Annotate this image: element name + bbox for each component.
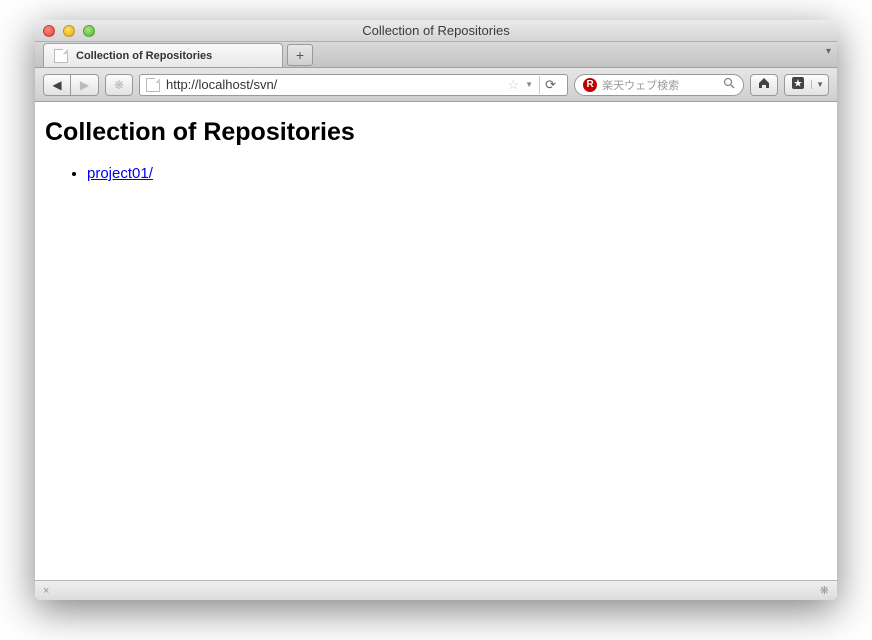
search-bar[interactable]: R 楽天ウェブ検索: [574, 74, 744, 96]
new-tab-button[interactable]: +: [287, 44, 313, 66]
page-icon: [54, 49, 68, 63]
window-title: Collection of Repositories: [35, 23, 837, 38]
urlbar-icons: ☆ ▼ ⟳: [508, 76, 562, 94]
activity-button[interactable]: ❋: [105, 74, 133, 96]
tab-label: Collection of Repositories: [76, 50, 212, 62]
bookmarks-dropdown-icon[interactable]: ▼: [811, 80, 828, 89]
home-button[interactable]: [750, 74, 778, 96]
url-input[interactable]: [166, 77, 502, 92]
close-button[interactable]: [43, 25, 55, 37]
browser-window: Collection of Repositories Collection of…: [35, 20, 837, 600]
reload-button[interactable]: ⟳: [539, 76, 561, 94]
nav-back-forward: ◀ ▶: [43, 74, 99, 96]
list-item: project01/: [87, 165, 827, 182]
url-dropdown-icon[interactable]: ▼: [525, 80, 533, 89]
statusbar: × ❋: [35, 580, 837, 600]
titlebar: Collection of Repositories: [35, 20, 837, 42]
reload-icon: ⟳: [545, 77, 556, 93]
page-icon: [146, 78, 160, 92]
forward-icon: ▶: [80, 78, 89, 92]
activity-icon: ❋: [114, 78, 124, 92]
repository-list: project01/: [45, 165, 827, 182]
status-close-icon[interactable]: ×: [43, 585, 49, 597]
search-placeholder: 楽天ウェブ検索: [602, 77, 718, 93]
tabbar: Collection of Repositories + ▾: [35, 42, 837, 68]
tab-active[interactable]: Collection of Repositories: [43, 43, 283, 67]
tabbar-menu-icon[interactable]: ▾: [826, 46, 831, 57]
url-bar[interactable]: ☆ ▼ ⟳: [139, 74, 568, 96]
back-icon: ◀: [52, 78, 61, 92]
rakuten-icon: R: [583, 78, 597, 92]
maximize-button[interactable]: [83, 25, 95, 37]
bookmark-star-icon[interactable]: ☆: [508, 77, 520, 93]
home-icon: [757, 76, 771, 93]
back-button[interactable]: ◀: [43, 74, 71, 96]
minimize-button[interactable]: [63, 25, 75, 37]
status-activity-icon[interactable]: ❋: [820, 584, 829, 597]
repository-link[interactable]: project01/: [87, 165, 153, 182]
search-icon[interactable]: [723, 77, 735, 92]
page-content: Collection of Repositories project01/: [35, 102, 837, 580]
traffic-lights: [35, 25, 95, 37]
forward-button[interactable]: ▶: [71, 74, 99, 96]
page-heading: Collection of Repositories: [45, 118, 827, 147]
bookmarks-button[interactable]: ▼: [784, 74, 829, 96]
navbar: ◀ ▶ ❋ ☆ ▼ ⟳ R 楽天ウェブ検索: [35, 68, 837, 102]
plus-icon: +: [296, 47, 304, 63]
bookmarks-star-icon: [785, 76, 811, 93]
